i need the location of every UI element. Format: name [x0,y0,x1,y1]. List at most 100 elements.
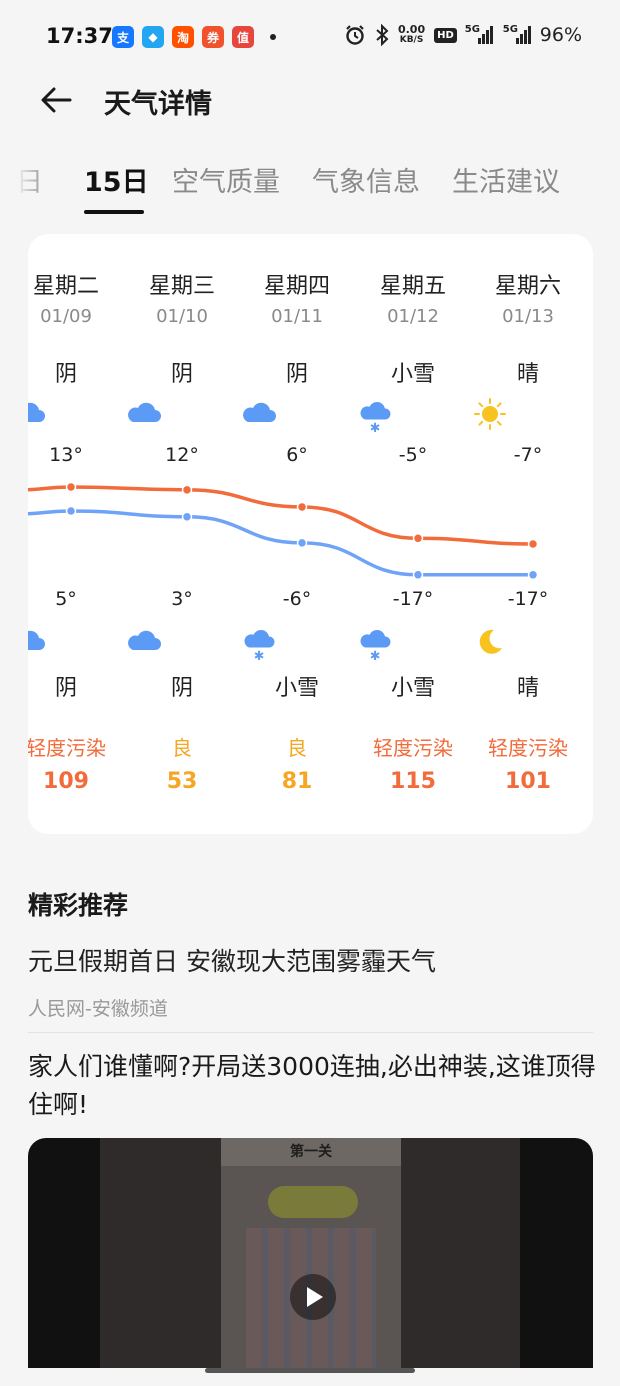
forecast-night-condition: 阴 [54,676,77,701]
forecast-high-temp: 12° [165,444,199,466]
status-indicators: 0.00 KB/S HD 5G 5G 96% [344,24,582,46]
low-temp-point [181,511,193,523]
forecast-aqi-value: 53 [166,769,198,794]
forecast-aqi-label: 轻度污染 [373,736,453,760]
low-temp-point [296,537,308,549]
forecast-weekday: 星期六 [494,274,561,299]
home-indicator[interactable] [205,1368,415,1373]
forecast-day-condition: 阴 [54,362,77,387]
recommend-section-title: 精彩推荐 [28,891,129,920]
news-item-source: 人民网-安徽频道 [28,998,168,1020]
status-time: 17:37 [46,24,113,48]
network-speed: 0.00 KB/S [398,24,425,46]
forecast-day-condition: 小雪 [390,362,435,387]
forecast-low-temp: -17° [507,588,549,610]
low-temp-line [28,509,533,577]
forecast-low-temp: 3° [171,588,193,610]
forecast-weekday: 星期二 [32,274,99,299]
forecast-date: 01/10 [156,306,208,327]
value-app-icon: 值 [232,26,254,48]
snow-icon: ✱ [355,622,471,662]
forecast-day-condition: 晴 [516,362,539,387]
sun-icon [470,394,586,434]
high-temp-point [296,501,308,513]
snow-icon: ✱ [239,622,355,662]
moon-icon [470,622,586,662]
forecast-weekday: 星期三 [148,274,215,299]
hd-voice-badge: HD [434,27,457,43]
status-bar: 17:37 支 ◆ 淘 券 值 0.00 KB/S HD 5G 5G 96% [0,0,620,76]
shopping-app-icon: 券 [202,26,224,48]
video-boat [268,1186,358,1218]
network-type-2: 5G [502,24,518,35]
low-temp-point [65,505,77,517]
low-temp-point [527,569,539,581]
cloud-icon [239,394,355,434]
network-speed-unit: KB/S [399,35,424,45]
app-header: 天气详情 [0,76,620,126]
forecast-weekday: 星期五 [379,274,446,299]
notification-icons: 支 ◆ 淘 券 值 [112,26,276,48]
signal-icon-2: 5G [503,24,531,44]
tab-fade-overlay [0,156,50,216]
news-item-title[interactable]: 元旦假期首日 安徽现大范围雾霾天气 [28,942,436,978]
ad-item-title[interactable]: 家人们谁懂啊?开局送3000连抽,必出神装,这谁顶得住啊! [28,1048,598,1124]
forecast-high-temp: 13° [49,444,83,466]
tab-life-advice[interactable]: 生活建议 [452,160,560,199]
high-temp-point [527,538,539,550]
video-thumbnail[interactable]: 第一关 [28,1138,593,1368]
taobao-icon: 淘 [172,26,194,48]
forecast-card[interactable]: 星期二 01/09 阴 13° 5° 阴 轻度污染 109 星期三 01/10 … [28,234,593,834]
forecast-night-condition: 晴 [516,676,539,701]
forecast-aqi-label: 轻度污染 [28,736,106,760]
network-speed-value: 0.00 [397,23,426,36]
forecast-high-temp: -7° [513,444,543,466]
forecast-date: 01/09 [40,306,92,327]
high-temp-point [65,481,77,493]
weather-detail-page: 17:37 支 ◆ 淘 券 值 0.00 KB/S HD 5G 5G 96% 天… [0,0,620,1386]
play-button[interactable] [290,1274,336,1320]
play-icon [307,1287,323,1307]
cloud-icon [124,394,240,434]
cloud-icon [28,394,124,434]
forecast-night-condition: 小雪 [390,676,435,701]
svg-text:✱: ✱ [370,420,381,434]
forecast-low-temp: 5° [55,588,77,610]
forecast-high-temp: -5° [398,444,428,466]
alarm-icon [346,25,364,45]
forecast-aqi-value: 109 [43,769,89,794]
forecast-date: 01/13 [502,306,554,327]
tab-active-indicator [84,210,144,214]
forecast-aqi-label: 良 [172,736,192,760]
forecast-date: 01/12 [387,306,439,327]
forecast-aqi-value: 81 [281,769,313,794]
video-level-caption: 第一关 [221,1138,401,1166]
snow-icon: ✱ [355,394,471,434]
high-temp-point [412,533,424,544]
forecast-day-condition: 阴 [285,362,308,387]
tab-weather-info[interactable]: 气象信息 [312,160,420,199]
tab-15-day[interactable]: 15日 [84,160,149,199]
svg-text:✱: ✱ [254,648,265,662]
forecast-night-condition: 阴 [170,676,193,701]
forecast-weekday: 星期四 [263,274,330,299]
svg-text:✱: ✱ [370,648,381,662]
forecast-high-temp: 6° [286,444,308,466]
forecast-night-condition: 小雪 [274,676,319,701]
bluetooth-icon [376,24,389,46]
alipay-icon: 支 [112,26,134,48]
high-temp-line [28,485,534,546]
forecast-day-condition: 阴 [170,362,193,387]
tab-bar: 日 15日 空气质量 气象信息 生活建议 [0,156,620,216]
battery-level: 96% [539,24,582,46]
bird-app-icon: ◆ [142,26,164,48]
back-arrow-icon[interactable] [38,82,74,118]
network-type-1: 5G [464,24,480,35]
cloud-icon [28,622,124,662]
signal-icon-1: 5G [465,24,493,44]
tab-air-quality[interactable]: 空气质量 [172,160,280,199]
forecast-aqi-label: 轻度污染 [488,736,568,760]
cloud-icon [124,622,240,662]
high-temp-point [181,484,193,496]
forecast-low-temp: -17° [392,588,434,610]
